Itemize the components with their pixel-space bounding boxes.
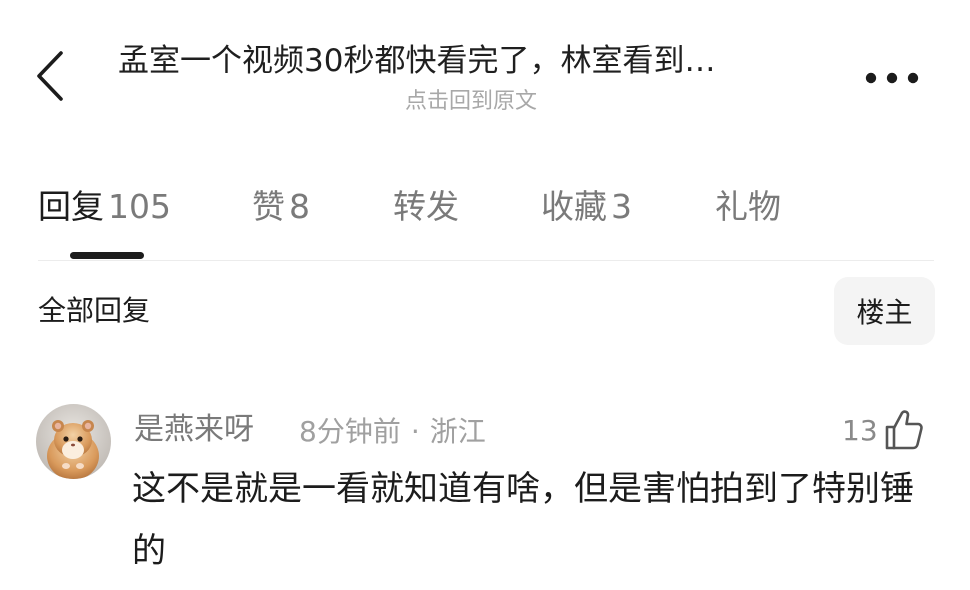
comment-location: 浙江 [429, 415, 486, 448]
owner-filter-button[interactable]: 楼主 [834, 277, 935, 345]
tab-reposts[interactable]: 转发 [393, 180, 459, 234]
comment-username[interactable]: 是燕来呀 [134, 407, 254, 453]
tab-gifts[interactable]: 礼物 [715, 180, 781, 234]
avatar[interactable] [36, 404, 111, 479]
tab-label: 礼物 [715, 187, 781, 226]
tab-label: 回复 [38, 187, 104, 226]
back-to-original-link[interactable]: 点击回到原文 [405, 86, 537, 118]
post-title: 孟室一个视频30秒都快看完了，林室看到… [118, 43, 716, 79]
divider [38, 260, 934, 261]
like-button[interactable]: 13 [842, 404, 924, 456]
comment-detail-page: 孟室一个视频30秒都快看完了，林室看到… 点击回到原文 回复 105 赞8 转发 … [0, 0, 970, 590]
meta-separator: · [410, 415, 420, 448]
tab-count: 105 [108, 187, 171, 226]
comment-meta: 8分钟前 · 浙江 [299, 411, 486, 453]
like-count: 13 [842, 413, 878, 447]
more-horizontal-icon [865, 72, 919, 84]
back-button[interactable] [22, 44, 78, 108]
hamster-avatar-icon [36, 404, 111, 479]
tab-count: 3 [611, 187, 632, 226]
tab-bar: 回复 105 赞8 转发 收藏 3 礼物 [0, 180, 970, 260]
tab-label: 转发 [393, 187, 459, 226]
tab-likes[interactable]: 赞8 [252, 180, 310, 234]
comment-time: 8分钟前 [299, 415, 401, 448]
chevron-left-icon [37, 51, 63, 101]
tab-replies[interactable]: 回复 105 [38, 180, 171, 234]
tab-count: 8 [289, 187, 310, 226]
all-replies-label: 全部回复 [38, 294, 151, 327]
more-button[interactable] [860, 56, 924, 100]
comment-body: 这不是就是一看就知道有啥，但是害怕拍到了特别锤的 [132, 469, 914, 571]
tab-label: 收藏 [541, 187, 607, 226]
thumbs-up-icon [885, 410, 923, 450]
active-tab-indicator [70, 252, 144, 259]
tab-favorites[interactable]: 收藏 3 [541, 180, 632, 234]
tab-label: 赞 [252, 187, 285, 226]
